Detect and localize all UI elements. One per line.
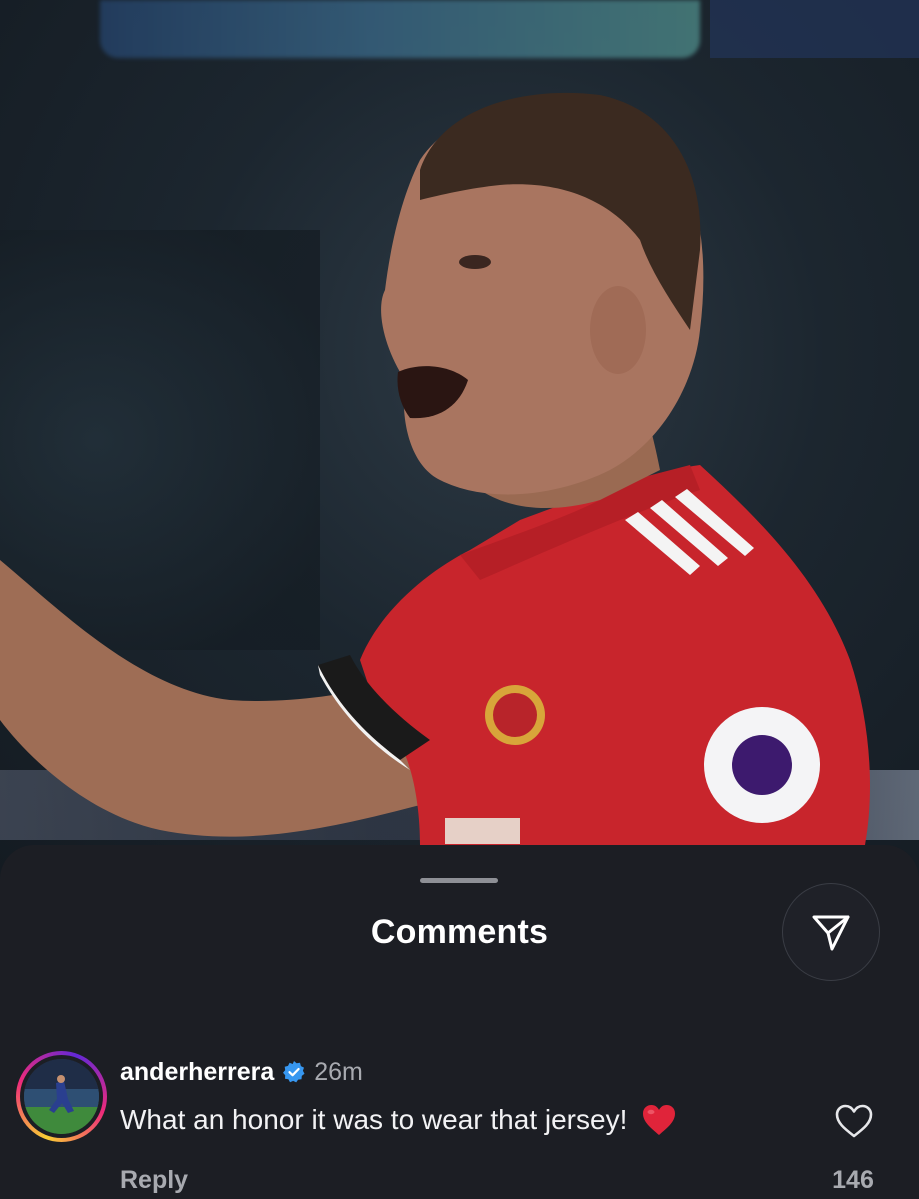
like-count: 146 [832, 1166, 874, 1194]
red-heart-emoji-icon [643, 1105, 676, 1135]
screen: Comments anderherrera 26m What an honor … [0, 0, 919, 1199]
comment-text: What an honor it was to wear that jersey… [120, 1104, 628, 1135]
comments-sheet: Comments anderherrera 26m What an honor … [0, 845, 919, 1199]
reply-button[interactable]: Reply [120, 1166, 188, 1195]
comment-item: anderherrera 26m What an honor it was to… [0, 1051, 919, 1199]
comment-body: What an honor it was to wear that jersey… [120, 1103, 677, 1137]
comment-header: anderherrera 26m [120, 1057, 363, 1087]
avatar [24, 1059, 99, 1134]
sheet-grabber[interactable] [420, 878, 498, 883]
avatar-story-ring[interactable] [16, 1051, 107, 1142]
heart-outline-icon[interactable] [834, 1103, 874, 1139]
player-figure [0, 92, 870, 845]
username[interactable]: anderherrera [120, 1058, 274, 1087]
share-button[interactable] [782, 883, 880, 981]
avatar-image [24, 1059, 99, 1134]
verified-badge-icon [283, 1061, 305, 1083]
comment-time: 26m [314, 1057, 363, 1086]
send-icon [812, 915, 850, 951]
post-photo [0, 0, 919, 880]
